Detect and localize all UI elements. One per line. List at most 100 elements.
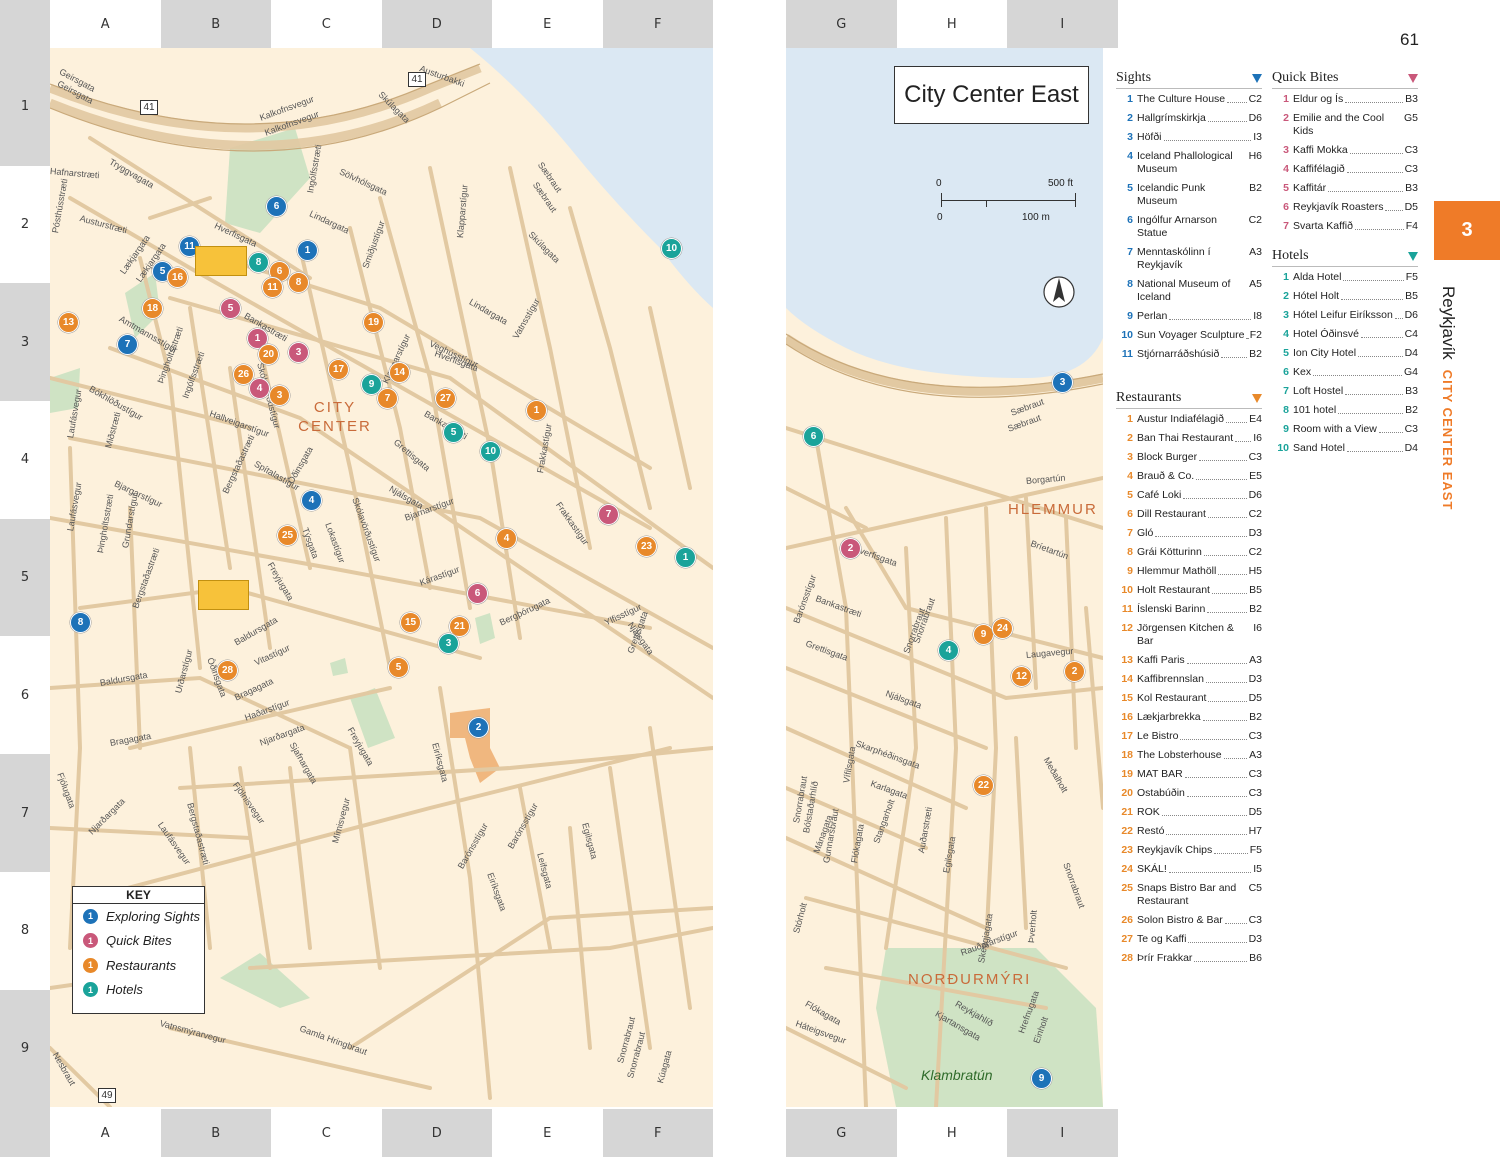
listing-entry[interactable]: 15 Kol Restaurant D5 <box>1116 692 1262 705</box>
listing-entry[interactable]: 9 Hlemmur Mathöll H5 <box>1116 565 1262 578</box>
map-rest-marker[interactable]: 2 <box>1064 661 1085 682</box>
listing-entry[interactable]: 4 Kaffifélagið C3 <box>1272 163 1418 176</box>
listing-entry[interactable]: 9 Perlan I8 <box>1116 310 1262 323</box>
map-rest-marker[interactable]: 27 <box>435 388 456 409</box>
listing-entry[interactable]: 26 Solon Bistro & Bar C3 <box>1116 914 1262 927</box>
map-hotel-marker[interactable]: 3 <box>438 633 459 654</box>
map-sight-marker[interactable]: 8 <box>70 612 91 633</box>
map-hotel-marker[interactable]: 6 <box>803 426 824 447</box>
listing-entry[interactable]: 10 Holt Restaurant B5 <box>1116 584 1262 597</box>
listing-entry[interactable]: 16 Lækjarbrekka B2 <box>1116 711 1262 724</box>
map-hotel-marker[interactable]: 4 <box>938 640 959 661</box>
map-right[interactable]: Sæbraut Sæbraut Borgartún Hverfisgata Bríeta… <box>786 48 1103 1107</box>
map-sight-marker[interactable]: 7 <box>117 334 138 355</box>
map-rest-marker[interactable]: 1 <box>526 400 547 421</box>
listing-entry[interactable]: 3 Hótel Leifur Eiríksson D6 <box>1272 309 1418 322</box>
listing-entry[interactable]: 4 Iceland Phallological Museum H6 <box>1116 150 1262 176</box>
map-rest-marker[interactable]: 12 <box>1011 666 1032 687</box>
listing-entry[interactable]: 20 Ostabúðin C3 <box>1116 787 1262 800</box>
listing-entry[interactable]: 5 Kaffitár B3 <box>1272 182 1418 195</box>
listing-entry[interactable]: 10 Sand Hotel D4 <box>1272 442 1418 455</box>
listing-entry[interactable]: 6 Kex G4 <box>1272 366 1418 379</box>
listing-entry[interactable]: 11 Íslenski Barinn B2 <box>1116 603 1262 616</box>
listing-entry[interactable]: 8 Grái Kötturinn C2 <box>1116 546 1262 559</box>
listing-entry[interactable]: 7 Svarta Kaffið F4 <box>1272 220 1418 233</box>
map-hotel-marker[interactable]: 10 <box>480 441 501 462</box>
listing-entry[interactable]: 1 The Culture House C2 <box>1116 93 1262 106</box>
listing-entry[interactable]: 2 Emilie and the Cool Kids G5 <box>1272 112 1418 138</box>
listing-entry[interactable]: 8 National Museum of Iceland A5 <box>1116 278 1262 304</box>
listing-entry[interactable]: 24 SKÁL! I5 <box>1116 863 1262 876</box>
listing-entry[interactable]: 5 Café Loki D6 <box>1116 489 1262 502</box>
listing-entry[interactable]: 18 The Lobsterhouse A3 <box>1116 749 1262 762</box>
listing-entry[interactable]: 1 Austur Indiafélagið E4 <box>1116 413 1262 426</box>
map-sight-marker[interactable]: 1 <box>297 240 318 261</box>
listing-entry[interactable]: 22 Restó H7 <box>1116 825 1262 838</box>
listing-entry[interactable]: 7 Gló D3 <box>1116 527 1262 540</box>
map-hotel-marker[interactable]: 10 <box>661 238 682 259</box>
map-rest-marker[interactable]: 15 <box>400 612 421 633</box>
listing-entry[interactable]: 9 Room with a View C3 <box>1272 423 1418 436</box>
map-bite-marker[interactable]: 3 <box>288 342 309 363</box>
map-rest-marker[interactable]: 25 <box>277 525 298 546</box>
listing-entry[interactable]: 23 Reykjavík Chips F5 <box>1116 844 1262 857</box>
map-bite-marker[interactable]: 7 <box>598 504 619 525</box>
map-hotel-marker[interactable]: 8 <box>248 252 269 273</box>
listing-entry[interactable]: 13 Kaffi Paris A3 <box>1116 654 1262 667</box>
map-bite-marker[interactable]: 5 <box>220 298 241 319</box>
map-sight-marker[interactable]: 3 <box>1052 372 1073 393</box>
listing-entry[interactable]: 8 101 hotel B2 <box>1272 404 1418 417</box>
map-sight-marker[interactable]: 9 <box>1031 1068 1052 1089</box>
listing-entry[interactable]: 7 Menntaskólinn í Reykjavík A3 <box>1116 246 1262 272</box>
map-sight-marker[interactable]: 2 <box>468 717 489 738</box>
map-rest-marker[interactable]: 24 <box>992 618 1013 639</box>
map-hotel-marker[interactable]: 5 <box>443 422 464 443</box>
map-rest-marker[interactable]: 16 <box>167 267 188 288</box>
map-bite-marker[interactable]: 2 <box>840 538 861 559</box>
map-rest-marker[interactable]: 5 <box>388 657 409 678</box>
map-rest-marker[interactable]: 14 <box>389 362 410 383</box>
listing-entry[interactable]: 21 ROK D5 <box>1116 806 1262 819</box>
listing-entry[interactable]: 3 Kaffi Mokka C3 <box>1272 144 1418 157</box>
listing-entry[interactable]: 6 Ingólfur Arnarson Statue C2 <box>1116 214 1262 240</box>
listing-entry[interactable]: 2 Hótel Holt B5 <box>1272 290 1418 303</box>
map-rest-marker[interactable]: 9 <box>973 624 994 645</box>
listing-entry[interactable]: 2 Hallgrímskirkja D6 <box>1116 112 1262 125</box>
listing-entry[interactable]: 27 Te og Kaffi D3 <box>1116 933 1262 946</box>
map-rest-marker[interactable]: 23 <box>636 536 657 557</box>
listing-entry[interactable]: 1 Eldur og Ís B3 <box>1272 93 1418 106</box>
listing-entry[interactable]: 3 Höfði I3 <box>1116 131 1262 144</box>
listing-entry[interactable]: 28 Þrír Frakkar B6 <box>1116 952 1262 965</box>
map-rest-marker[interactable]: 11 <box>262 277 283 298</box>
map-hotel-marker[interactable]: 1 <box>675 547 696 568</box>
listing-entry[interactable]: 7 Loft Hostel B3 <box>1272 385 1418 398</box>
listing-entry[interactable]: 2 Ban Thai Restaurant I6 <box>1116 432 1262 445</box>
map-rest-marker[interactable]: 22 <box>973 775 994 796</box>
map-rest-marker[interactable]: 7 <box>377 388 398 409</box>
listing-entry[interactable]: 25 Snaps Bistro Bar and Restaurant C5 <box>1116 882 1262 908</box>
map-rest-marker[interactable]: 8 <box>288 272 309 293</box>
map-rest-marker[interactable]: 3 <box>269 385 290 406</box>
map-bite-marker[interactable]: 4 <box>249 378 270 399</box>
map-bite-marker[interactable]: 6 <box>467 583 488 604</box>
listing-entry[interactable]: 6 Reykjavík Roasters D5 <box>1272 201 1418 214</box>
listing-entry[interactable]: 4 Brauð & Co. E5 <box>1116 470 1262 483</box>
listing-entry[interactable]: 10 Sun Voyager Sculpture F2 <box>1116 329 1262 342</box>
map-rest-marker[interactable]: 20 <box>258 344 279 365</box>
map-rest-marker[interactable]: 13 <box>58 312 79 333</box>
listing-entry[interactable]: 12 Jörgensen Kitchen & Bar I6 <box>1116 622 1262 648</box>
listing-entry[interactable]: 11 Stjórnarráðshúsið B2 <box>1116 348 1262 361</box>
listing-entry[interactable]: 17 Le Bistro C3 <box>1116 730 1262 743</box>
map-sight-marker[interactable]: 6 <box>266 196 287 217</box>
listing-entry[interactable]: 6 Dill Restaurant C2 <box>1116 508 1262 521</box>
listing-entry[interactable]: 19 MAT BAR C3 <box>1116 768 1262 781</box>
map-rest-marker[interactable]: 18 <box>142 298 163 319</box>
map-left[interactable]: Geirsgata Geirsgata Kalkofnsvegur Kalkofnsv… <box>50 48 713 1107</box>
map-rest-marker[interactable]: 19 <box>363 312 384 333</box>
listing-entry[interactable]: 1 Alda Hotel F5 <box>1272 271 1418 284</box>
map-rest-marker[interactable]: 17 <box>328 359 349 380</box>
map-rest-marker[interactable]: 28 <box>217 660 238 681</box>
listing-entry[interactable]: 5 Ion City Hotel D4 <box>1272 347 1418 360</box>
listing-entry[interactable]: 14 Kaffibrennslan D3 <box>1116 673 1262 686</box>
listing-entry[interactable]: 4 Hotel Óðinsvé C4 <box>1272 328 1418 341</box>
